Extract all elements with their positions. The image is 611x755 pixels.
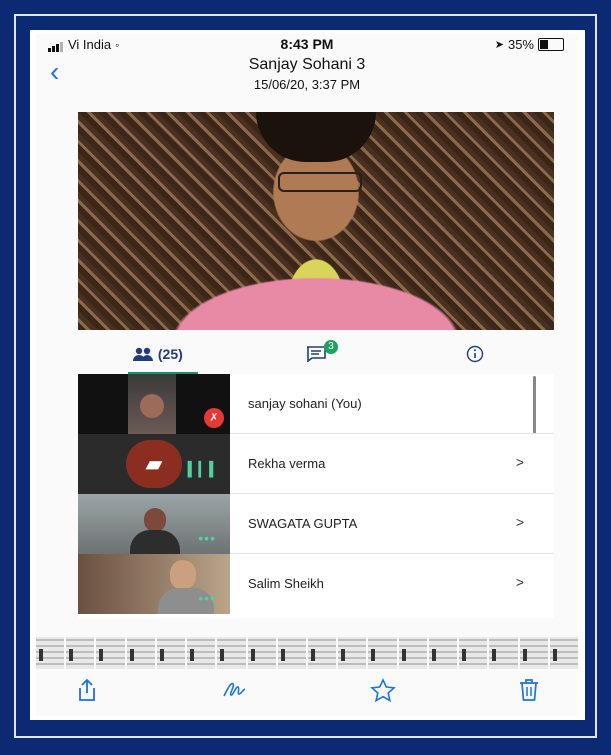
filmstrip-thumb[interactable] [489,637,518,669]
tab-participants[interactable]: (25) [78,334,237,374]
participant-name: SWAGATA GUPTA [248,516,358,531]
battery-icon [538,38,564,51]
share-icon[interactable] [76,678,98,702]
participant-thumbnail: ✗ [78,374,230,434]
filmstrip-thumb[interactable] [549,637,578,669]
battery-percent: 35% [507,37,534,52]
list-item[interactable]: ▰ ▍▎▍ Rekha verma > [78,434,554,494]
participant-name: sanjay sohani (You) [248,396,362,411]
signature-icon[interactable] [222,678,250,700]
list-item[interactable]: ••• Salim Sheikh > [78,554,554,614]
filmstrip-thumb[interactable] [126,637,155,669]
chevron-right-icon[interactable]: > [516,514,524,530]
phone-screen: Vi India ◦ 8:43 PM ➤ 35% ‹ Sanjay Sohani… [36,34,578,716]
photo-filmstrip[interactable] [36,637,578,669]
filmstrip-thumb[interactable] [96,637,125,669]
mic-off-icon: ✗ [204,408,224,428]
main-video-feed[interactable] [78,112,554,330]
trash-icon[interactable] [518,678,540,702]
list-item[interactable]: ••• SWAGATA GUPTA > [78,494,554,554]
status-bar: Vi India ◦ 8:43 PM ➤ 35% [36,34,578,54]
filmstrip-thumb[interactable] [247,637,276,669]
chat-unread-badge: 3 [324,340,338,354]
nav-bar: ‹ Sanjay Sohani 3 15/06/20, 3:37 PM [36,52,578,102]
filmstrip-thumb[interactable] [398,637,427,669]
filmstrip-thumb[interactable] [156,637,186,669]
video-person-glasses [278,172,362,192]
filmstrip-thumb[interactable] [66,637,95,669]
video-person-hair [256,112,376,162]
filmstrip-thumb[interactable] [277,637,306,669]
participant-thumbnail: ▰ ▍▎▍ [78,434,230,494]
filmstrip-thumb[interactable] [307,637,337,669]
tab-info[interactable] [395,334,554,374]
filmstrip-thumb[interactable] [459,637,488,669]
scrollbar[interactable] [533,376,536,434]
info-icon [466,345,483,363]
tab-chat[interactable]: 3 [237,334,396,374]
filmstrip-thumb[interactable] [187,637,216,669]
page-subtitle: 15/06/20, 3:37 PM [253,77,361,92]
participant-thumbnail: ••• [78,554,230,614]
more-dots-icon: ••• [198,590,216,606]
chat-icon [307,346,326,362]
people-icon [132,347,153,361]
filmstrip-thumb[interactable] [217,637,246,669]
bottom-toolbar [36,670,578,716]
star-icon[interactable] [370,678,396,702]
filmstrip-thumb[interactable] [368,637,397,669]
page-title: Sanjay Sohani 3 [248,56,366,73]
participants-count: (25) [157,346,183,362]
filmstrip-thumb[interactable] [338,637,367,669]
filmstrip-thumb[interactable] [519,637,548,669]
chevron-right-icon[interactable]: > [516,574,524,590]
speaking-icon: ▍▎▍ [187,461,220,477]
chevron-right-icon[interactable]: > [516,454,524,470]
meeting-tabs: (25) 3 [78,334,554,374]
location-icon: ➤ [494,39,504,51]
participant-name: Salim Sheikh [248,576,324,591]
participant-thumbnail: ••• [78,494,230,554]
more-dots-icon: ••• [198,530,216,546]
filmstrip-thumb[interactable] [36,637,65,669]
raised-hand-icon: ▰ [126,440,182,488]
list-item[interactable]: ✗ sanjay sohani (You) [78,374,554,434]
filmstrip-thumb[interactable] [428,637,458,669]
participant-list: ✗ sanjay sohani (You) ▰ ▍▎▍ Rekha verma … [78,374,554,618]
participant-name: Rekha verma [248,456,326,471]
